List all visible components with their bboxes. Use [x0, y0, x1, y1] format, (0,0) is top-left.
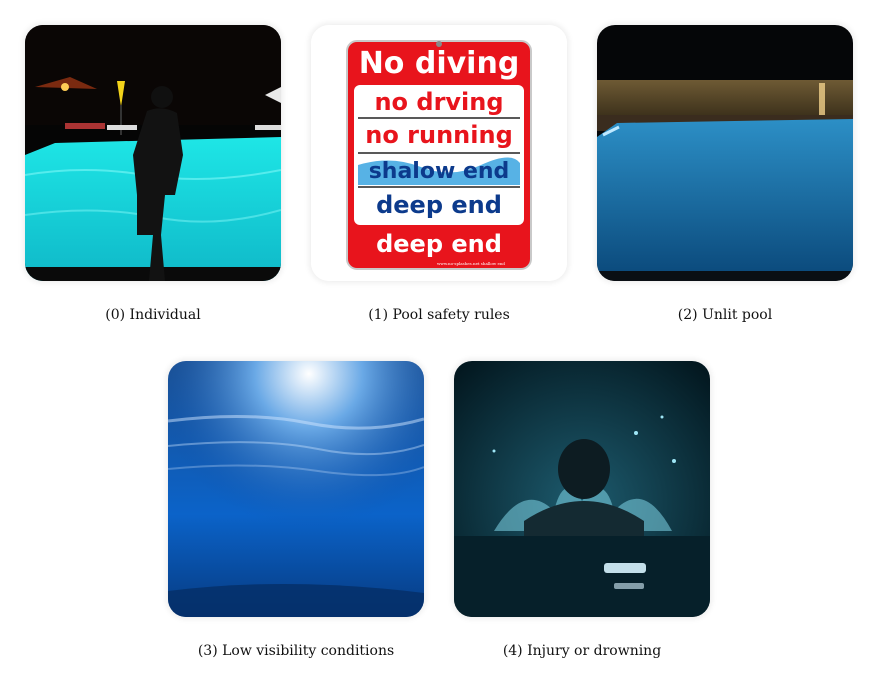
panel-injury-drowning [454, 361, 710, 617]
sign-line-4: shalow end [369, 159, 510, 184]
panel-unlit-pool [597, 25, 853, 281]
caption-injury-drowning: (4) Injury or drowning [502, 643, 662, 659]
underwater-image [168, 361, 424, 617]
sign-line-2: no drving [374, 88, 503, 116]
caption-low-visibility: (3) Low visibility conditions [197, 643, 395, 659]
sign-line-6: deep end [376, 230, 502, 258]
struggling-swimmer-image [454, 361, 710, 617]
panel-low-visibility [168, 361, 424, 617]
sign-line-3: no running [365, 121, 513, 149]
person-by-pool-image [25, 25, 281, 281]
sign-footer: www.no-splashes.net shallow end [437, 261, 505, 266]
dark-pool-image [597, 25, 853, 281]
caption-individual: (0) Individual [105, 307, 201, 323]
panel-pool-safety-rules: No diving no drving no running shalow en… [311, 25, 567, 281]
panel-individual [25, 25, 281, 281]
caption-pool-safety-rules: (1) Pool safety rules [368, 307, 510, 323]
sign-line-5: deep end [376, 191, 502, 219]
caption-unlit-pool: (2) Unlit pool [677, 307, 773, 323]
safety-sign-image: No diving no drving no running shalow en… [311, 25, 567, 281]
sign-line-1: No diving [359, 46, 520, 81]
